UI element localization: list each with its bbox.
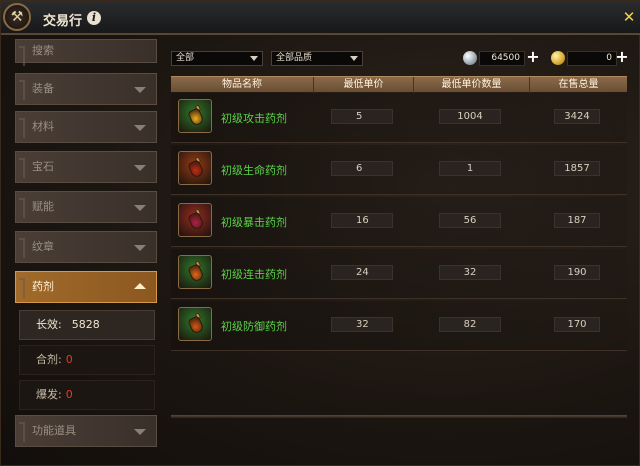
potion-bottle	[187, 159, 205, 179]
close-button[interactable]: ✕	[620, 7, 638, 27]
table-row[interactable]: 初级生命药剂 6 1 1857	[171, 145, 627, 195]
min-price: 24	[331, 265, 393, 280]
min-price-qty: 32	[439, 265, 501, 280]
column-header-min-price-qty[interactable]: 最低单价数量	[413, 77, 529, 93]
column-header-min-price[interactable]: 最低单价	[313, 77, 413, 93]
subcategory-label: 合剂:	[36, 353, 62, 366]
category-empower[interactable]: 赋能	[15, 191, 157, 223]
table-row[interactable]: 初级连击药剂 24 32 190	[171, 249, 627, 299]
chevron-down-icon	[134, 87, 146, 93]
item-name: 初级暴击药剂	[221, 216, 287, 229]
item-name: 初级防御药剂	[221, 320, 287, 333]
potion-icon	[178, 255, 212, 289]
category-label: 材料	[32, 120, 54, 133]
chevron-down-icon	[134, 125, 146, 131]
table-row[interactable]: 初级攻击药剂 5 1004 3424	[171, 93, 627, 143]
subcategory-count: 0	[65, 353, 73, 366]
hammer-logo-icon: ⚒	[3, 3, 31, 31]
min-price: 16	[331, 213, 393, 228]
potion-icon	[178, 99, 212, 133]
category-label: 纹章	[32, 240, 54, 253]
column-header-item-name[interactable]: 物品名称	[171, 77, 313, 93]
quality-dropdown-value: 全部品质	[276, 53, 313, 63]
category-search[interactable]: 搜索	[15, 39, 157, 63]
potion-icon	[178, 151, 212, 185]
potion-icon	[178, 203, 212, 237]
info-icon[interactable]: i	[87, 11, 101, 25]
gold-amount: 0	[567, 51, 617, 66]
subcategory-longlasting[interactable]: 长效: 5828	[19, 310, 155, 340]
category-label: 功能道具	[32, 424, 76, 437]
quality-dropdown[interactable]: 全部品质	[271, 51, 363, 66]
add-silver-button[interactable]: +	[526, 48, 540, 66]
silver-amount: 64500	[479, 51, 525, 66]
table-header: 物品名称 最低单价 最低单价数量 在售总量	[171, 76, 627, 93]
min-price: 6	[331, 161, 393, 176]
chevron-down-icon	[250, 56, 258, 61]
chevron-down-icon	[134, 429, 146, 435]
subcategory-label: 爆发:	[36, 388, 62, 401]
potion-bottle	[187, 263, 205, 283]
title-bar: ⚒ 交易行 i ✕	[1, 1, 640, 35]
chevron-down-icon	[134, 165, 146, 171]
silver-coin-icon	[463, 51, 477, 65]
total-on-sale: 3424	[554, 109, 600, 124]
table-row[interactable]: 初级暴击药剂 16 56 187	[171, 197, 627, 247]
subcategory-compound[interactable]: 合剂: 0	[19, 345, 155, 375]
trading-window: ⚒ 交易行 i ✕ 搜索 装备 材料 宝石 赋能 纹章 药剂 长效: 5828 …	[0, 0, 640, 466]
table-row[interactable]: 初级防御药剂 32 82 170	[171, 301, 627, 351]
category-equipment[interactable]: 装备	[15, 73, 157, 105]
potion-bottle	[187, 211, 205, 231]
subcategory-burst[interactable]: 爆发: 0	[19, 380, 155, 410]
chevron-down-icon	[134, 245, 146, 251]
min-price: 5	[331, 109, 393, 124]
category-label: 赋能	[32, 200, 54, 213]
item-name: 初级生命药剂	[221, 164, 287, 177]
total-on-sale: 170	[554, 317, 600, 332]
min-price-qty: 82	[439, 317, 501, 332]
table-bottom-divider	[171, 415, 627, 418]
item-name: 初级攻击药剂	[221, 112, 287, 125]
subcategory-label: 长效:	[36, 318, 62, 331]
total-on-sale: 1857	[554, 161, 600, 176]
category-label: 装备	[32, 82, 54, 95]
window-title: 交易行	[43, 14, 83, 29]
subcategory-count: 0	[65, 388, 73, 401]
type-dropdown-value: 全部	[176, 53, 195, 63]
column-header-total[interactable]: 在售总量	[529, 77, 627, 93]
category-materials[interactable]: 材料	[15, 111, 157, 143]
min-price-qty: 1004	[439, 109, 501, 124]
potion-bottle	[187, 315, 205, 335]
chevron-up-icon	[134, 283, 146, 289]
category-gems[interactable]: 宝石	[15, 151, 157, 183]
category-sidebar: 搜索 装备 材料 宝石 赋能 纹章 药剂 长效: 5828 合剂: 0 爆发: …	[15, 39, 157, 449]
chevron-down-icon	[134, 205, 146, 211]
min-price-qty: 56	[439, 213, 501, 228]
gold-coin-icon	[551, 51, 565, 65]
add-gold-button[interactable]: +	[615, 48, 629, 66]
type-dropdown[interactable]: 全部	[171, 51, 263, 66]
potion-bottle	[187, 107, 205, 127]
category-label: 药剂	[32, 280, 54, 293]
subcategory-count: 5828	[71, 318, 100, 331]
min-price-qty: 1	[439, 161, 501, 176]
total-on-sale: 187	[554, 213, 600, 228]
category-functional-items[interactable]: 功能道具	[15, 415, 157, 447]
category-potions[interactable]: 药剂	[15, 271, 157, 303]
min-price: 32	[331, 317, 393, 332]
category-emblems[interactable]: 纹章	[15, 231, 157, 263]
potion-icon	[178, 307, 212, 341]
chevron-down-icon	[350, 56, 358, 61]
total-on-sale: 190	[554, 265, 600, 280]
item-name: 初级连击药剂	[221, 268, 287, 281]
category-label: 宝石	[32, 160, 54, 173]
category-label: 搜索	[32, 44, 54, 57]
